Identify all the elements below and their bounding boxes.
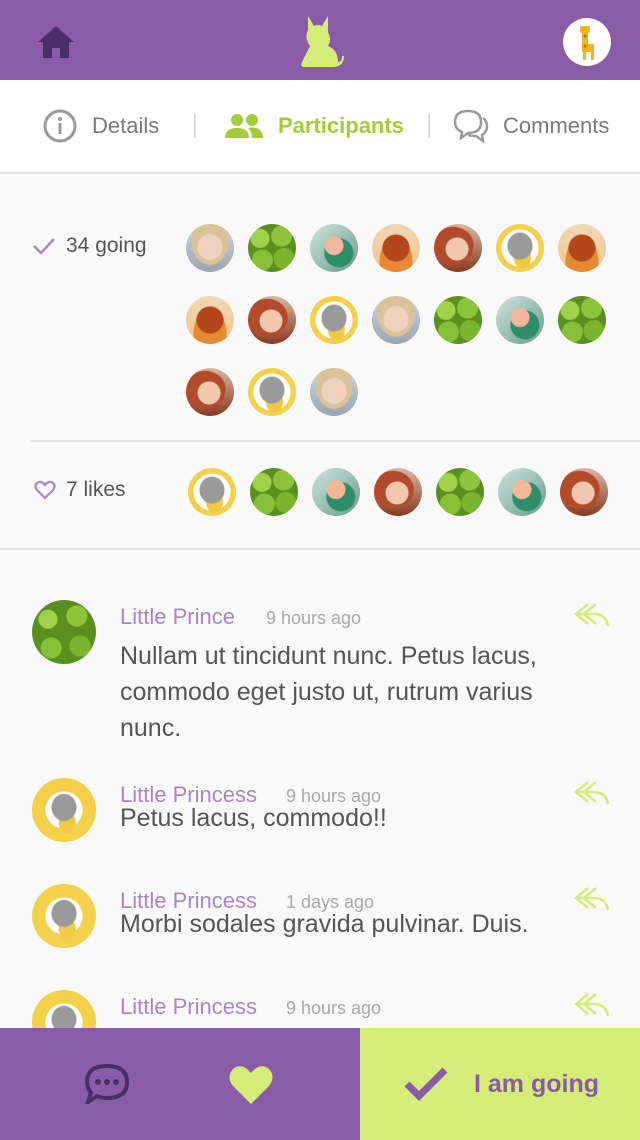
like-avatar[interactable] (436, 468, 484, 516)
i-am-going-button[interactable]: I am going (360, 1028, 640, 1140)
participant-avatar[interactable] (558, 296, 606, 344)
people-icon (224, 112, 264, 140)
comment-author[interactable]: Little Princess (120, 994, 257, 1020)
divider (30, 440, 640, 442)
going-button-label: I am going (474, 1069, 599, 1098)
check-icon (32, 236, 56, 256)
reply-icon[interactable] (574, 780, 610, 806)
info-icon (42, 108, 78, 144)
reply-icon[interactable] (574, 886, 610, 912)
tab-divider (428, 114, 430, 138)
heart-outline-icon (34, 480, 56, 500)
bottom-bar: I am going (0, 1028, 640, 1140)
tab-divider (194, 114, 196, 138)
comment-text: Nullam ut tincidunt nunc. Petus lacus, c… (120, 642, 537, 742)
participant-avatar[interactable] (248, 224, 296, 272)
tab-participants[interactable]: Participants (224, 80, 404, 172)
participant-avatar[interactable] (372, 296, 420, 344)
comment-time: 9 hours ago (286, 998, 382, 1018)
giraffe-icon (580, 26, 594, 60)
reply-icon[interactable] (574, 992, 610, 1018)
participant-avatar[interactable] (186, 224, 234, 272)
tab-comments[interactable]: Comments (451, 80, 609, 172)
heart-icon[interactable] (228, 1064, 274, 1106)
user-avatar[interactable] (563, 18, 611, 66)
comment-text: Petus lacus, commodo!! (120, 804, 387, 832)
comment-avatar[interactable] (32, 600, 96, 664)
reply-icon[interactable] (574, 602, 610, 628)
home-icon[interactable] (36, 24, 76, 60)
participant-avatar[interactable] (248, 296, 296, 344)
comment-avatar[interactable] (32, 778, 96, 842)
comment-avatar[interactable] (32, 884, 96, 948)
participant-avatar[interactable] (496, 296, 544, 344)
like-avatar[interactable] (312, 468, 360, 516)
like-avatar[interactable] (250, 468, 298, 516)
comment-author[interactable]: Little Prince (120, 604, 235, 630)
participant-avatar[interactable] (372, 224, 420, 272)
tab-details[interactable]: Details (42, 80, 159, 172)
participant-avatar[interactable] (434, 224, 482, 272)
likes-count: 7 likes (34, 478, 126, 502)
like-avatar[interactable] (374, 468, 422, 516)
like-avatar[interactable] (560, 468, 608, 516)
likes-label: 7 likes (66, 478, 126, 501)
tab-label: Details (92, 113, 160, 138)
participant-avatar[interactable] (310, 296, 358, 344)
top-bar (0, 0, 640, 80)
going-count: 34 going (32, 234, 147, 258)
going-label: 34 going (66, 234, 147, 257)
participant-avatar[interactable] (186, 368, 234, 416)
bottom-actions (0, 1028, 360, 1140)
participant-avatar[interactable] (558, 224, 606, 272)
like-avatar[interactable] (188, 468, 236, 516)
speech-bubbles-icon (451, 108, 489, 144)
participant-avatar[interactable] (310, 224, 358, 272)
comment-text: Morbi sodales gravida pulvinar. Duis. (120, 910, 529, 938)
divider (0, 548, 640, 550)
participant-avatar[interactable] (248, 368, 296, 416)
tab-label: Participants (278, 113, 404, 138)
tab-bar: Details Participants Comments (0, 80, 640, 174)
tab-label: Comments (503, 113, 610, 138)
participant-avatar[interactable] (186, 296, 234, 344)
comment-time: 9 hours ago (266, 608, 362, 628)
chat-icon[interactable] (84, 1064, 130, 1104)
participant-avatar[interactable] (310, 368, 358, 416)
check-icon (404, 1067, 448, 1101)
like-avatar[interactable] (498, 468, 546, 516)
participant-avatar[interactable] (496, 224, 544, 272)
participant-avatar[interactable] (434, 296, 482, 344)
cat-icon (301, 16, 344, 67)
